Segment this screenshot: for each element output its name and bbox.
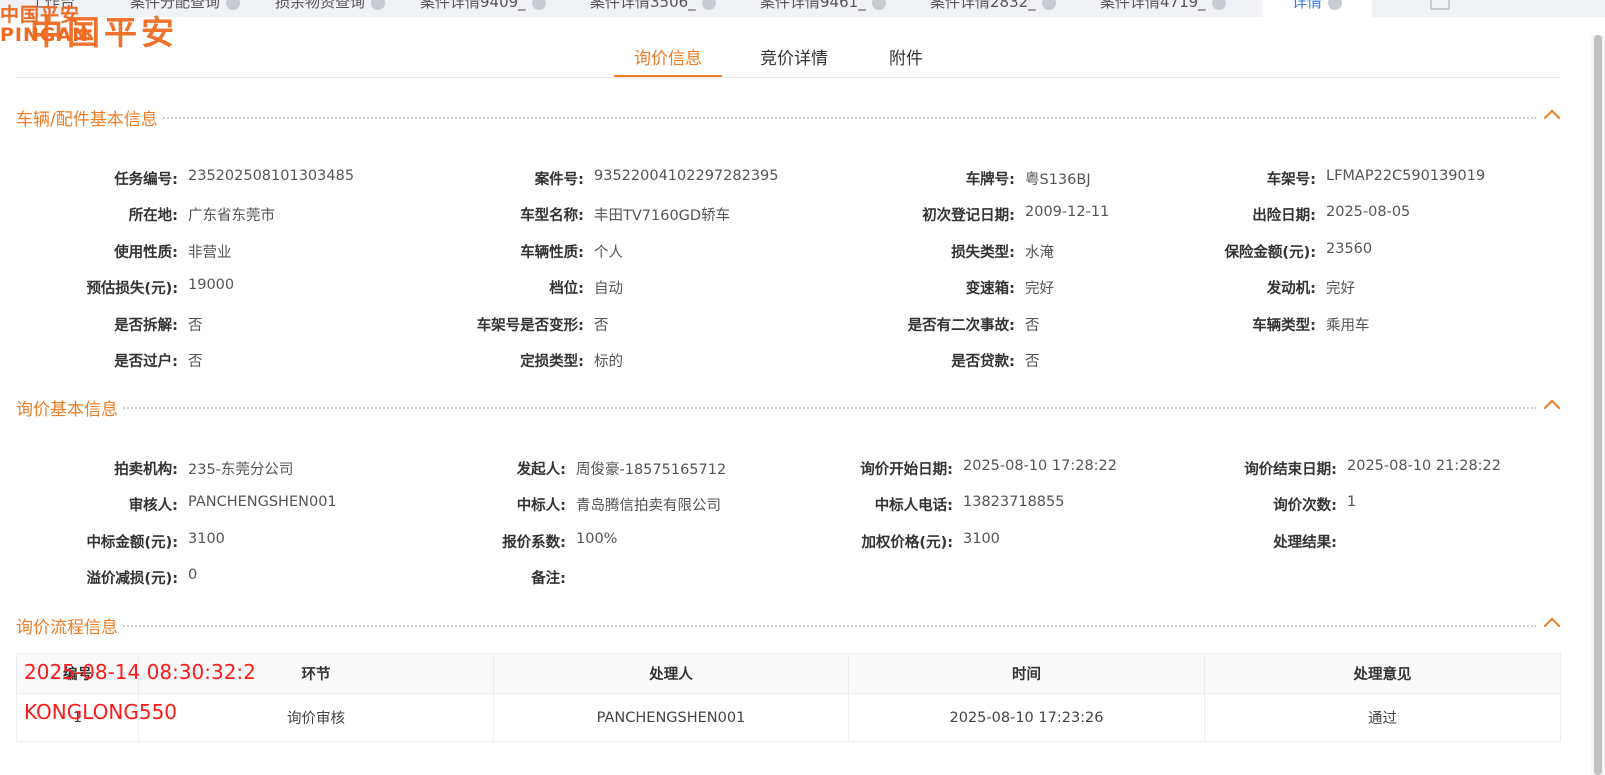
top-tab-case-detail-4[interactable]: 案件详情2832_ [930,0,1056,17]
top-tab-case-detail-2[interactable]: 案件详情3506_ [590,0,716,17]
close-icon[interactable] [371,0,386,10]
new-tab-icon[interactable] [1430,0,1450,10]
section-header-process[interactable]: 询价流程信息 [16,613,1561,638]
tab-bidding-detail[interactable]: 竞价详情 [754,44,834,77]
close-icon[interactable] [1041,0,1056,10]
table-row: 1 询价审核 PANCHENGSHEN001 2025-08-10 17:23:… [16,693,1561,742]
collapse-chevron-icon[interactable] [1543,617,1561,635]
close-icon[interactable] [1211,0,1226,10]
divider [16,117,1536,119]
cell-time: 2025-08-10 17:23:26 [848,693,1205,742]
collapse-chevron-icon[interactable] [1543,399,1561,417]
top-tab-case-detail-1[interactable]: 案件详情9409_ [420,0,546,17]
section-title: 车辆/配件基本信息 [16,105,162,130]
cell-step: 询价审核 [138,693,494,742]
close-icon[interactable] [531,0,546,10]
top-tab-salvage-query[interactable]: 损余物资查询 [275,0,386,17]
section-header-vehicle[interactable]: 车辆/配件基本信息 [16,105,1561,130]
divider [16,625,1536,627]
section-header-inquiry[interactable]: 询价基本信息 [16,395,1561,420]
column-header-handler: 处理人 [493,653,849,694]
section-title: 询价流程信息 [16,613,122,638]
watermark-user: KONGLONG550 [24,700,178,724]
vertical-scrollbar[interactable] [1591,35,1605,775]
tab-attachments[interactable]: 附件 [884,44,928,77]
top-tab-detail[interactable]: 详情 [1262,0,1373,17]
cell-opinion: 通过 [1204,693,1561,742]
cell-handler: PANCHENGSHEN001 [493,693,849,742]
collapse-chevron-icon[interactable] [1543,109,1561,127]
column-header-opinion: 处理意见 [1204,653,1561,694]
section-title: 询价基本信息 [16,395,122,420]
column-header-time: 时间 [848,653,1205,694]
main-tabs: 询价信息 竞价详情 附件 [16,40,1560,78]
close-icon[interactable] [871,0,886,10]
top-tab-strip: 工作台 案件分配查询 损余物资查询 案件详情9409_ 案件详情3506_ 案件… [0,0,1605,17]
scrollbar-thumb[interactable] [1594,35,1602,775]
divider [16,407,1536,409]
top-tab-case-detail-5[interactable]: 案件详情4719_ [1100,0,1226,17]
close-icon[interactable] [226,0,241,10]
close-icon[interactable] [1328,0,1343,10]
close-icon[interactable] [701,0,716,10]
tab-inquiry-info[interactable]: 询价信息 [614,44,722,77]
top-tab-case-detail-3[interactable]: 案件详情9461_ [760,0,886,17]
watermark-timestamp: 2025-08-14 08:30:32:2 [24,660,256,684]
